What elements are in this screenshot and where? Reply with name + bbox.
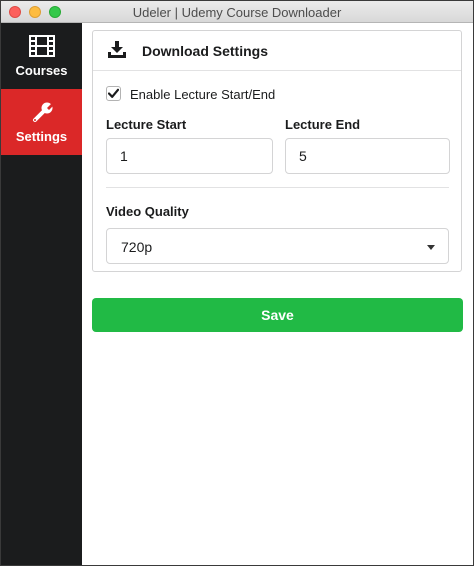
sidebar-item-courses[interactable]: Courses <box>1 23 82 89</box>
download-icon <box>108 41 126 58</box>
sidebar-item-label: Settings <box>15 129 68 144</box>
window-title: Udeler | Udemy Course Downloader <box>132 5 342 20</box>
lecture-end-input[interactable] <box>285 138 450 174</box>
main-content: Download Settings Enable Lecture Start/E… <box>82 23 473 565</box>
panel-title: Download Settings <box>142 43 268 59</box>
sidebar-item-settings[interactable]: Settings <box>1 89 82 155</box>
checkbox-label: Enable Lecture Start/End <box>130 87 276 102</box>
panel-header: Download Settings <box>93 31 461 71</box>
video-quality-label: Video Quality <box>106 204 189 219</box>
film-icon <box>28 35 55 57</box>
app-window: Udeler | Udemy Course Downloader Courses <box>0 0 474 566</box>
lecture-start-label: Lecture Start <box>106 117 187 132</box>
lecture-end-label: Lecture End <box>285 117 361 132</box>
video-quality-value: 720p <box>121 239 153 255</box>
download-settings-panel: Download Settings Enable Lecture Start/E… <box>92 30 462 272</box>
caret-down-icon <box>427 245 435 250</box>
checkbox-box[interactable] <box>106 86 121 101</box>
wrench-icon <box>32 102 54 122</box>
lecture-start-input[interactable] <box>106 138 273 174</box>
divider <box>106 187 449 188</box>
title-bar[interactable]: Udeler | Udemy Course Downloader <box>1 1 473 23</box>
checkmark-icon <box>108 88 119 98</box>
sidebar: Courses Settings <box>1 23 82 565</box>
video-quality-select[interactable]: 720p <box>106 228 449 264</box>
sidebar-item-label: Courses <box>15 63 68 78</box>
save-button[interactable]: Save <box>92 298 463 332</box>
